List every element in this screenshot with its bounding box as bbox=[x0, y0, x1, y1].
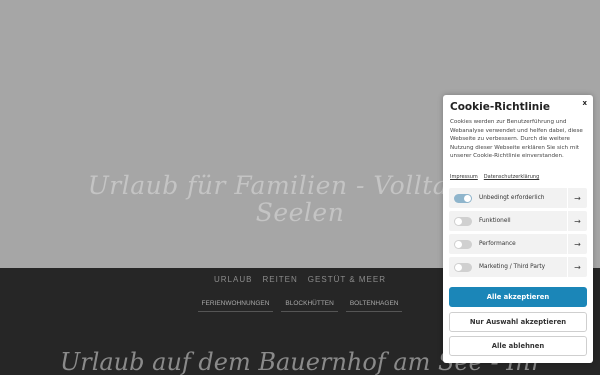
cookie-dialog-title: Cookie-Richtlinie bbox=[450, 101, 550, 113]
arrow-right-icon[interactable]: → bbox=[567, 211, 587, 231]
cookie-consent-dialog: x Cookie-Richtlinie Cookies werden zur B… bbox=[443, 95, 593, 363]
toggle-functional[interactable] bbox=[454, 216, 472, 226]
close-icon[interactable]: x bbox=[582, 99, 587, 107]
toggle-necessary[interactable] bbox=[454, 193, 472, 203]
category-label: Funktionell bbox=[479, 218, 511, 224]
subnav-item-ferienwohnungen[interactable]: FERIENWOHNUNGEN bbox=[197, 297, 274, 312]
cookie-category-functional[interactable]: Funktionell → bbox=[449, 211, 587, 231]
category-label: Unbedingt erforderlich bbox=[479, 195, 545, 201]
arrow-right-icon[interactable]: → bbox=[567, 234, 587, 254]
toggle-marketing[interactable] bbox=[454, 262, 472, 272]
category-label: Performance bbox=[479, 241, 516, 247]
subnav-item-boltenhagen[interactable]: BOLTENHAGEN bbox=[345, 297, 403, 312]
nav-item-urlaub[interactable]: URLAUB bbox=[214, 275, 252, 284]
category-label: Marketing / Third Party bbox=[479, 264, 546, 270]
nav-item-reiten[interactable]: REITEN bbox=[262, 275, 297, 284]
cookie-category-marketing[interactable]: Marketing / Third Party → bbox=[449, 257, 587, 277]
cookie-category-necessary[interactable]: Unbedingt erforderlich → bbox=[449, 188, 587, 208]
cookie-legal-links: Impressum Datenschutzerklärung bbox=[450, 174, 539, 180]
impressum-link[interactable]: Impressum bbox=[450, 174, 478, 180]
cookie-description: Cookies werden zur Benutzerführung und W… bbox=[450, 119, 583, 160]
nav-item-gestuet-meer[interactable]: GESTÜT & MEER bbox=[308, 275, 386, 284]
arrow-right-icon[interactable]: → bbox=[567, 257, 587, 277]
privacy-policy-link[interactable]: Datenschutzerklärung bbox=[484, 174, 539, 180]
cookie-category-performance[interactable]: Performance → bbox=[449, 234, 587, 254]
subnav-item-blockhuetten[interactable]: BLOCKHÜTTEN bbox=[281, 297, 338, 312]
toggle-performance[interactable] bbox=[454, 239, 472, 249]
reject-all-button[interactable]: Alle ablehnen bbox=[449, 336, 587, 356]
accept-selection-button[interactable]: Nur Auswahl akzeptieren bbox=[449, 312, 587, 332]
arrow-right-icon[interactable]: → bbox=[567, 188, 587, 208]
accept-all-button[interactable]: Alle akzeptieren bbox=[449, 287, 587, 307]
